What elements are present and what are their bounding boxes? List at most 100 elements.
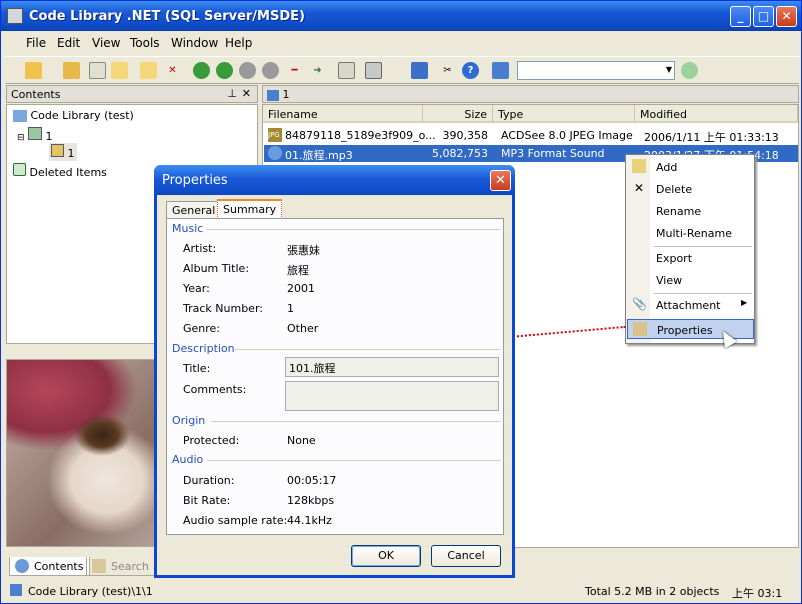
album-label: Album Title: xyxy=(183,262,250,275)
menu-item-export[interactable]: Export xyxy=(627,248,754,268)
tree-root[interactable]: Code Library (test) xyxy=(13,109,134,122)
dialog-close-button[interactable]: ✕ xyxy=(490,170,511,191)
import-icon[interactable]: ➜ xyxy=(309,62,326,79)
properties-icon xyxy=(633,322,647,336)
toolbar: ✕ ━ ➜ ✂ ? ▼ xyxy=(5,56,799,84)
protected-value: None xyxy=(287,434,316,447)
print-icon[interactable] xyxy=(365,62,382,79)
menu-item-label: View xyxy=(656,274,683,287)
menu-edit[interactable]: Edit xyxy=(57,36,80,50)
section-music: Music xyxy=(172,222,204,235)
contents-tab-icon xyxy=(15,559,29,573)
tree-node-1-1[interactable]: 1 xyxy=(49,143,77,161)
cancel-button[interactable]: Cancel xyxy=(431,545,501,567)
menu-item-attachment[interactable]: 📎 Attachment ▶ xyxy=(627,295,754,315)
divider xyxy=(211,421,501,422)
tab-contents[interactable]: Contents xyxy=(9,557,91,576)
recycle-bin-icon xyxy=(13,163,26,176)
tree-node-1[interactable]: ⊟ 1 xyxy=(17,127,53,143)
mp3-file-icon xyxy=(268,146,282,160)
section-audio: Audio xyxy=(172,453,204,466)
col-filename[interactable]: Filename xyxy=(263,105,423,123)
divider xyxy=(207,460,501,461)
col-modified[interactable]: Modified xyxy=(635,105,798,123)
new-item-icon[interactable] xyxy=(111,62,128,79)
protected-label: Protected: xyxy=(183,434,240,447)
tree-deleted[interactable]: Deleted Items xyxy=(13,163,107,179)
title-label: Title: xyxy=(183,362,211,375)
new-file-icon[interactable] xyxy=(140,62,157,79)
title-field[interactable]: 101.旅程 xyxy=(285,357,499,377)
tab-general[interactable]: General xyxy=(166,201,222,219)
paperclip-icon: 📎 xyxy=(632,297,647,311)
pin-icon[interactable]: ⊥ xyxy=(227,87,237,100)
menu-item-label: Multi-Rename xyxy=(656,227,732,240)
menu-help[interactable]: Help xyxy=(225,36,252,50)
ok-button[interactable]: OK xyxy=(351,545,421,567)
folder-icon[interactable] xyxy=(63,62,80,79)
find-icon[interactable] xyxy=(492,62,509,79)
menu-item-add[interactable]: Add xyxy=(627,157,754,177)
menu-item-multi-rename[interactable]: Multi-Rename xyxy=(627,223,754,243)
duration-value: 00:05:17 xyxy=(287,474,337,487)
up-icon[interactable] xyxy=(239,62,256,79)
genre-value: Other xyxy=(287,322,319,335)
menu-item-delete[interactable]: ✕ Delete xyxy=(627,179,754,199)
artist-label: Artist: xyxy=(183,242,217,255)
properties-dialog: Properties ✕ General Summary Music Artis… xyxy=(154,165,515,578)
section-description: Description xyxy=(172,342,235,355)
close-button[interactable]: ✕ xyxy=(776,6,797,27)
back-icon[interactable] xyxy=(193,62,210,79)
search-combo[interactable]: ▼ xyxy=(517,61,675,80)
tree-deleted-label: Deleted Items xyxy=(29,166,107,179)
tab-search[interactable]: Search xyxy=(86,557,156,576)
tree-root-label: Code Library (test) xyxy=(30,109,134,122)
window-icon[interactable] xyxy=(411,62,428,79)
panel-close-icon[interactable]: ✕ xyxy=(242,87,251,100)
title-bar[interactable]: Code Library .NET (SQL Server/MSDE) _ □ … xyxy=(1,1,801,31)
menu-item-view[interactable]: View xyxy=(627,270,754,290)
col-type[interactable]: Type xyxy=(493,105,635,123)
forward-icon[interactable] xyxy=(216,62,233,79)
minimize-button[interactable]: _ xyxy=(730,6,751,27)
help-icon[interactable]: ? xyxy=(462,62,479,79)
menu-item-rename[interactable]: Rename xyxy=(627,201,754,221)
year-label: Year: xyxy=(183,282,210,295)
track-label: Track Number: xyxy=(183,302,263,315)
collapse-icon[interactable]: ⊟ xyxy=(17,133,25,143)
tree-node-1-label: 1 xyxy=(45,130,53,143)
copy-icon[interactable] xyxy=(338,62,355,79)
menu-view[interactable]: View xyxy=(92,36,120,50)
go-icon[interactable] xyxy=(681,62,698,79)
maximize-button[interactable]: □ xyxy=(753,6,774,27)
menu-tools[interactable]: Tools xyxy=(130,36,160,50)
menu-file[interactable]: File xyxy=(26,36,46,50)
app-icon xyxy=(7,8,23,24)
samplerate-label: Audio sample rate: xyxy=(183,514,288,527)
tab-summary[interactable]: Summary xyxy=(217,199,283,219)
open-folder-icon[interactable] xyxy=(25,62,42,79)
col-size[interactable]: Size xyxy=(423,105,493,123)
genre-label: Genre: xyxy=(183,322,221,335)
menu-item-label: Attachment xyxy=(656,299,721,312)
menu-window[interactable]: Window xyxy=(171,36,218,50)
table-row[interactable]: JPG 84879118_5189e3f909_o... 390,358 ACD… xyxy=(264,127,798,144)
dialog-title-bar[interactable]: Properties ✕ xyxy=(154,165,515,195)
status-path: Code Library (test)\1\1 xyxy=(28,585,153,598)
tools-icon[interactable]: ✂ xyxy=(439,62,456,79)
chevron-down-icon[interactable]: ▼ xyxy=(666,65,672,74)
status-total: Total 5.2 MB in 2 objects xyxy=(585,585,720,598)
menu-item-label: Delete xyxy=(656,183,693,196)
tree-node-1-1-label: 1 xyxy=(67,147,75,160)
status-icon xyxy=(10,584,22,596)
list-header: 1 xyxy=(262,85,799,103)
down-icon[interactable] xyxy=(262,62,279,79)
menu-item-properties[interactable]: Properties xyxy=(627,319,754,339)
refresh-icon[interactable] xyxy=(89,62,106,79)
cut-icon[interactable]: ━ xyxy=(286,62,303,79)
search-tab-icon xyxy=(92,559,106,573)
contents-header: Contents ⊥ ✕ xyxy=(6,85,258,103)
delete-icon[interactable]: ✕ xyxy=(164,62,181,79)
comments-field[interactable] xyxy=(285,381,499,411)
divider xyxy=(235,349,501,350)
